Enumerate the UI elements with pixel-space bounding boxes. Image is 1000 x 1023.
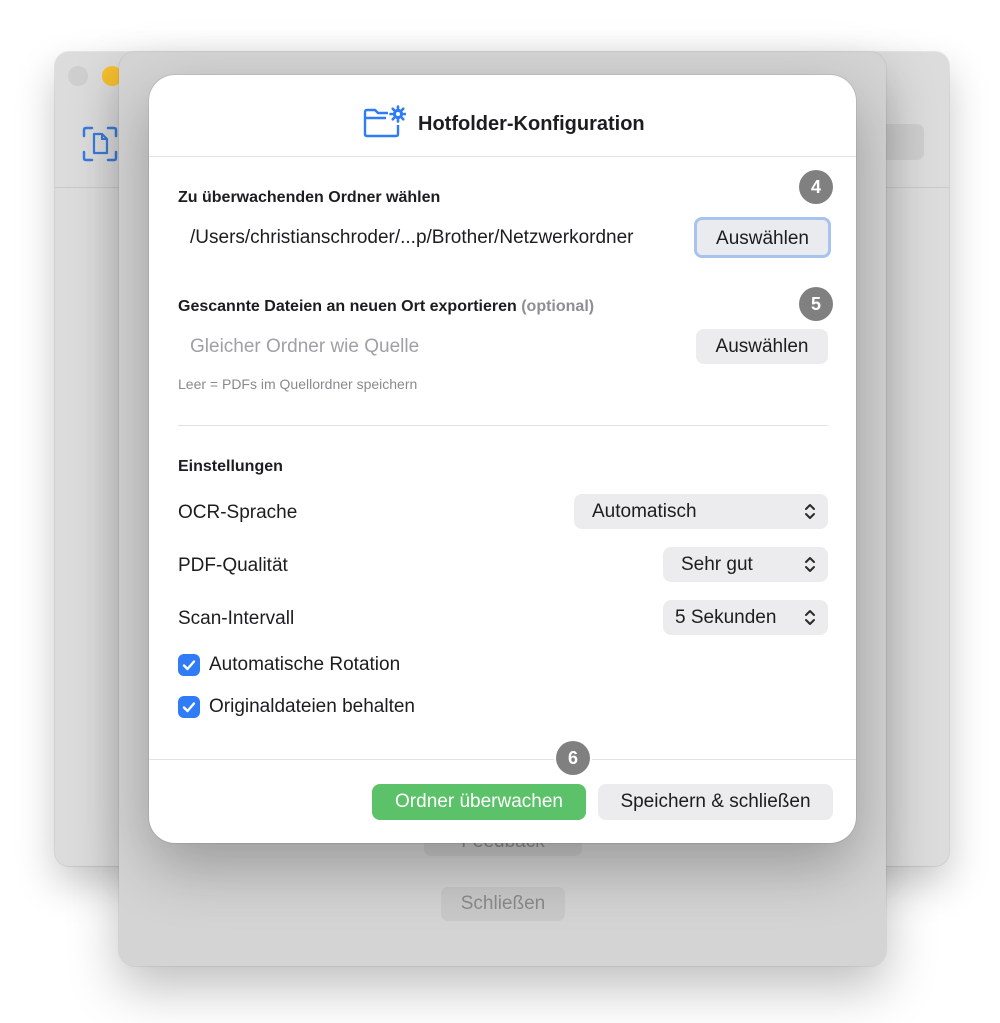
keep-originals-label: Originaldateien behalten xyxy=(209,696,415,717)
step-badge-6: 6 xyxy=(556,741,590,775)
auto-rotation-checkbox[interactable] xyxy=(178,654,200,676)
watch-folder-label: Zu überwachenden Ordner wählen xyxy=(178,189,441,206)
close-button[interactable]: Schließen xyxy=(441,887,565,921)
export-folder-label: Gescannte Dateien an neuen Ort exportier… xyxy=(178,298,517,315)
dialog-title: Hotfolder-Konfiguration xyxy=(418,112,645,135)
dialog-title-group: Hotfolder-Konfiguration xyxy=(362,104,645,144)
dialog-header: Hotfolder-Konfiguration xyxy=(149,75,856,157)
ocr-language-label: OCR-Sprache xyxy=(178,502,298,523)
chevron-up-down-icon xyxy=(804,494,816,542)
pdf-quality-value: Sehr gut xyxy=(681,554,753,575)
window-close-control[interactable] xyxy=(68,66,88,86)
section-divider xyxy=(178,425,828,426)
choose-export-folder-button[interactable]: Auswählen xyxy=(696,329,828,364)
screen: en Feedback Schließen xyxy=(0,0,1000,1023)
keep-originals-row[interactable]: Originaldateien behalten xyxy=(178,696,415,718)
checkmark-icon xyxy=(182,660,196,671)
scan-interval-label: Scan-Intervall xyxy=(178,608,295,629)
save-and-close-button[interactable]: Speichern & schließen xyxy=(598,784,833,820)
step-badge-4: 4 xyxy=(799,170,833,204)
checkmark-icon xyxy=(182,702,196,713)
footer-divider xyxy=(149,759,856,760)
watch-folder-button[interactable]: Ordner überwachen xyxy=(372,784,586,820)
choose-watch-folder-button[interactable]: Auswählen xyxy=(694,217,831,258)
watch-folder-path: /Users/christianschroder/...p/Brother/Ne… xyxy=(190,227,634,248)
export-folder-field[interactable]: Gleicher Ordner wie Quelle xyxy=(190,336,419,358)
optional-label: (optional) xyxy=(521,298,595,315)
scan-interval-value: 5 Sekunden xyxy=(675,607,777,628)
auto-rotation-label: Automatische Rotation xyxy=(209,654,401,675)
scan-interval-select[interactable]: 5 Sekunden xyxy=(663,600,828,635)
chevron-up-down-icon xyxy=(804,547,816,595)
export-folder-label-group: Gescannte Dateien an neuen Ort exportier… xyxy=(178,298,594,316)
document-scan-icon[interactable] xyxy=(80,124,120,164)
hotfolder-dialog: Hotfolder-Konfiguration Zu überwachenden… xyxy=(149,75,856,843)
settings-heading: Einstellungen xyxy=(178,458,283,475)
pdf-quality-select[interactable]: Sehr gut xyxy=(663,547,828,582)
export-hint: Leer = PDFs im Quellordner speichern xyxy=(178,376,418,392)
chevron-up-down-icon xyxy=(804,600,816,648)
auto-rotation-row[interactable]: Automatische Rotation xyxy=(178,654,400,676)
ocr-language-value: Automatisch xyxy=(592,501,697,522)
pdf-quality-label: PDF-Qualität xyxy=(178,555,288,576)
folder-gear-icon xyxy=(362,104,407,144)
step-badge-5: 5 xyxy=(799,287,833,321)
keep-originals-checkbox[interactable] xyxy=(178,696,200,718)
ocr-language-select[interactable]: Automatisch xyxy=(574,494,828,529)
